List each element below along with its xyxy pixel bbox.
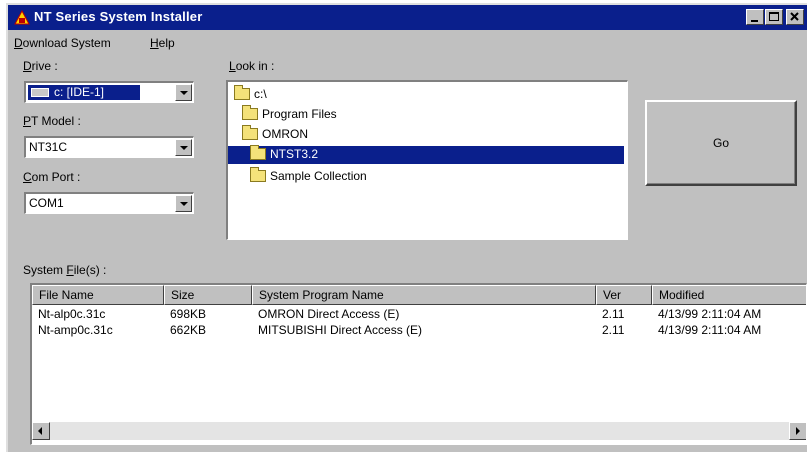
pt-model-dropdown-arrow-icon[interactable]	[175, 139, 192, 156]
com-port-label: Com Port :	[23, 170, 81, 184]
open-folder-icon	[242, 125, 258, 140]
menu-download-system[interactable]: Download System	[14, 36, 111, 50]
pt-model-label: PT Model :	[23, 114, 81, 128]
drive-value: c: [IDE-1]	[54, 85, 105, 99]
system-files-list[interactable]: File Name Size System Program Name Ver M…	[30, 283, 807, 445]
installer-window: NT Series System Installer Download Syst…	[6, 3, 807, 452]
drive-label: Drive :	[23, 59, 58, 73]
folder-item-sample-collection[interactable]: Sample Collection	[248, 167, 612, 186]
go-button-label: Go	[712, 136, 729, 150]
folder-item-c-root[interactable]: c:\	[232, 85, 612, 104]
installer-icon	[14, 10, 30, 25]
window-title: NT Series System Installer	[34, 9, 203, 24]
column-header-modified[interactable]: Modified	[652, 285, 806, 305]
maximize-button[interactable]	[765, 9, 783, 25]
hard-drive-icon	[31, 88, 49, 97]
pt-model-combo[interactable]: NT31C	[24, 136, 194, 158]
column-header-file-name[interactable]: File Name	[32, 285, 164, 305]
maximize-icon	[769, 12, 779, 21]
menu-help[interactable]: Help	[150, 36, 175, 50]
com-port-combo[interactable]: COM1	[24, 192, 194, 214]
drive-dropdown-arrow-icon[interactable]	[175, 84, 192, 101]
close-button[interactable]	[786, 9, 804, 25]
pt-model-value: NT31C	[29, 140, 68, 154]
column-header-ver[interactable]: Ver	[596, 285, 652, 305]
minimize-icon	[751, 20, 758, 22]
com-port-value: COM1	[29, 196, 64, 210]
folder-item-program-files[interactable]: Program Files	[240, 105, 612, 124]
menu-bar: Download System Help	[8, 33, 807, 53]
column-header-system-program-name[interactable]: System Program Name	[252, 285, 596, 305]
drive-combo[interactable]: c: [IDE-1]	[24, 81, 194, 103]
folder-icon	[250, 167, 266, 182]
system-files-label: System File(s) :	[23, 263, 107, 277]
look-in-label: Look in :	[229, 59, 275, 73]
minimize-button[interactable]	[746, 9, 764, 25]
close-icon	[790, 12, 799, 21]
title-bar[interactable]: NT Series System Installer	[8, 5, 807, 30]
folder-item-omron[interactable]: OMRON	[240, 125, 612, 144]
open-folder-icon	[250, 145, 266, 160]
go-button[interactable]: Go	[645, 100, 797, 186]
column-header-size[interactable]: Size	[164, 285, 252, 305]
scroll-right-icon[interactable]	[789, 422, 806, 440]
horizontal-scrollbar[interactable]	[32, 422, 806, 440]
folder-list[interactable]: c:\ Program Files OMRON NTST3.2 Sample C…	[226, 80, 628, 240]
open-folder-icon	[234, 85, 250, 100]
open-folder-icon	[242, 105, 258, 120]
com-port-dropdown-arrow-icon[interactable]	[175, 195, 192, 212]
scroll-left-icon[interactable]	[32, 422, 50, 440]
folder-item-ntst32[interactable]: NTST3.2	[228, 145, 624, 164]
